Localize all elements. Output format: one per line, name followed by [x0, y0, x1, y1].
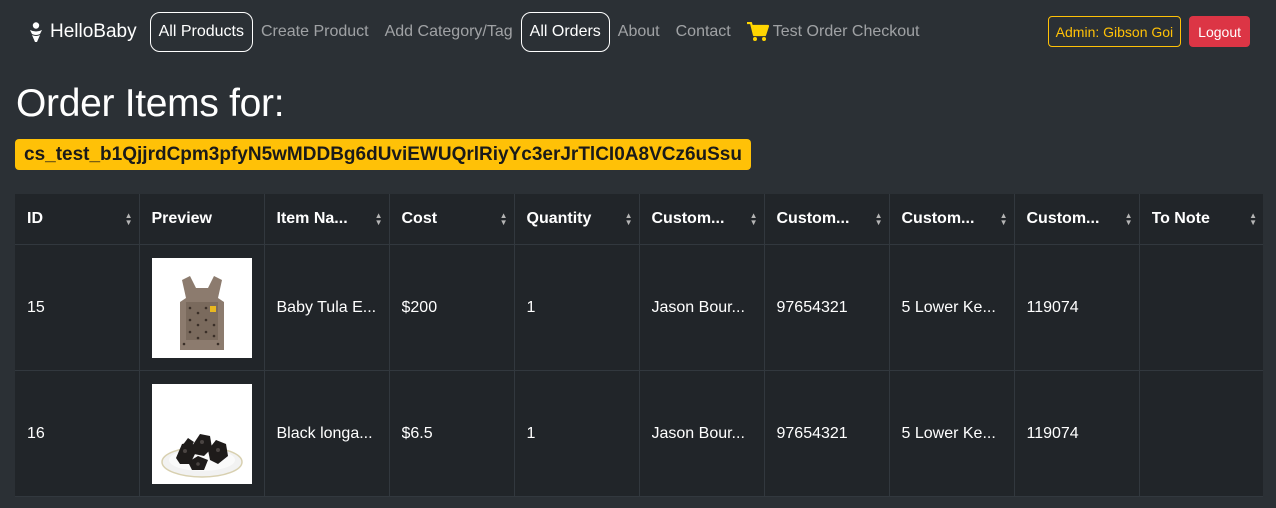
cell-customer-phone: 97654321: [764, 370, 890, 497]
cell-customer-phone: 97654321: [764, 244, 890, 371]
cell-customer-postal: 119074: [1014, 370, 1140, 497]
table-header-row: ID ▲ ▼ Preview Item Na... ▲ ▼ Cost ▲ ▼ Quantit…: [15, 194, 1263, 245]
column-header-customer-phone[interactable]: Custom... ▲ ▼: [764, 194, 890, 245]
nav-test-order-checkout-label: Test Order Checkout: [772, 22, 920, 40]
sort-icon: ▲ ▼: [874, 211, 883, 227]
cell-cost: $200: [389, 244, 515, 371]
cell-preview: [139, 370, 265, 497]
column-header-customer-name[interactable]: Custom... ▲ ▼: [639, 194, 765, 245]
baby-logo-icon: [30, 21, 42, 42]
cell-id: 16: [15, 370, 140, 497]
cell-to-note: [1139, 370, 1263, 497]
cell-quantity: 1: [514, 370, 640, 497]
sort-icon: ▲ ▼: [499, 211, 508, 227]
cell-customer-address: 5 Lower Ke...: [889, 244, 1015, 371]
cell-item-name: Black longa...: [264, 370, 390, 497]
nav-right: Admin: Gibson Goi Logout: [1047, 16, 1250, 47]
nav-all-orders[interactable]: All Orders: [520, 11, 610, 52]
sort-icon: ▲ ▼: [374, 211, 383, 227]
sort-icon: ▲ ▼: [999, 211, 1008, 227]
column-header-id[interactable]: ID ▲ ▼: [15, 194, 140, 245]
column-header-customer-postal[interactable]: Custom... ▲ ▼: [1014, 194, 1140, 245]
cell-preview: [139, 244, 265, 371]
cell-item-name: Baby Tula E...: [264, 244, 390, 371]
nav-all-products[interactable]: All Products: [149, 11, 253, 52]
cell-customer-postal: 119074: [1014, 244, 1140, 371]
nav-test-order-checkout[interactable]: Test Order Checkout: [739, 12, 928, 52]
cell-customer-address: 5 Lower Ke...: [889, 370, 1015, 497]
nav-create-product[interactable]: Create Product: [253, 12, 377, 52]
sort-icon: ▲ ▼: [124, 211, 133, 227]
nav-contact[interactable]: Contact: [668, 12, 739, 52]
column-header-quantity[interactable]: Quantity ▲ ▼: [514, 194, 640, 245]
logout-button[interactable]: Logout: [1189, 16, 1250, 47]
table-row: 16 Black longa... $6.5 1 Jason Bour... 9…: [15, 370, 1263, 497]
column-header-item-name[interactable]: Item Na... ▲ ▼: [264, 194, 390, 245]
cart-icon: [746, 21, 769, 42]
column-header-cost[interactable]: Cost ▲ ▼: [389, 194, 515, 245]
session-id-badge: cs_test_b1QjjrdCpm3pfyN5wMDDBg6dUviEWUQr…: [15, 139, 751, 170]
admin-button[interactable]: Admin: Gibson Goi: [1047, 16, 1182, 47]
column-header-to-note[interactable]: To Note ▲ ▼: [1139, 194, 1263, 245]
brand-link[interactable]: HelloBaby: [28, 21, 137, 43]
cell-cost: $6.5: [389, 370, 515, 497]
sort-icon: ▲ ▼: [1249, 211, 1257, 227]
sort-icon: ▲ ▼: [624, 211, 633, 227]
column-header-preview: Preview: [139, 194, 265, 245]
sort-icon: ▲ ▼: [749, 211, 758, 227]
brand-name: HelloBaby: [50, 20, 137, 42]
cell-quantity: 1: [514, 244, 640, 371]
nav-add-category-tag[interactable]: Add Category/Tag: [377, 12, 521, 52]
cell-customer-name: Jason Bour...: [639, 244, 765, 371]
order-items-table-wrapper: ID ▲ ▼ Preview Item Na... ▲ ▼ Cost ▲ ▼ Quantit…: [15, 194, 1263, 497]
navbar: HelloBaby All Products Create Product Ad…: [0, 0, 1276, 63]
black-longan-image: [151, 383, 252, 484]
sort-icon: ▲ ▼: [1124, 211, 1133, 227]
nav-about[interactable]: About: [610, 12, 668, 52]
column-header-customer-address[interactable]: Custom... ▲ ▼: [889, 194, 1015, 245]
cell-customer-name: Jason Bour...: [639, 370, 765, 497]
baby-carrier-image: [151, 257, 252, 358]
page-title: Order Items for:: [16, 82, 285, 125]
order-items-table: ID ▲ ▼ Preview Item Na... ▲ ▼ Cost ▲ ▼ Quantit…: [15, 194, 1263, 497]
cell-to-note: [1139, 244, 1263, 371]
cell-id: 15: [15, 244, 140, 371]
table-row: 15 Baby Tula E... $200 1 Jason Bour... 9…: [15, 244, 1263, 371]
